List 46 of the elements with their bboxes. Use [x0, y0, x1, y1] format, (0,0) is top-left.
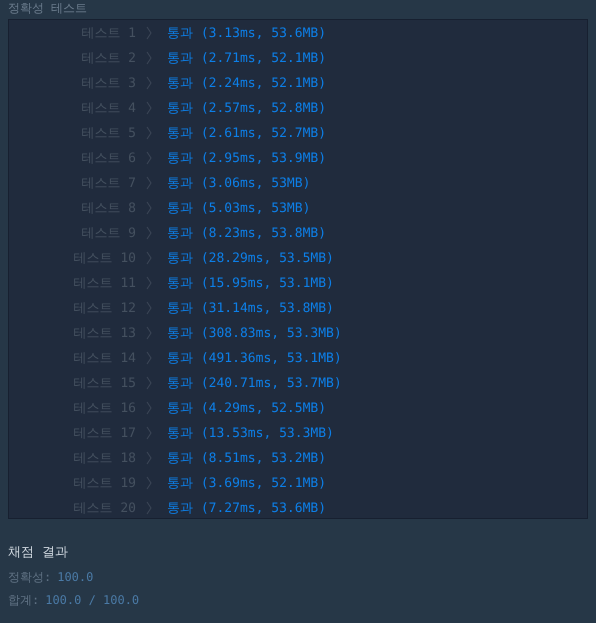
chevron-icon [146, 476, 152, 490]
chevron-icon [146, 150, 152, 164]
test-result: 통과 (308.83ms, 53.3MB) [167, 324, 342, 342]
test-result: 통과 (3.69ms, 52.1MB) [167, 474, 326, 492]
summary-label: 정확성: [8, 569, 52, 586]
test-result: 통과 (7.27ms, 53.6MB) [167, 500, 326, 516]
test-result: 통과 (2.61ms, 52.7MB) [167, 124, 326, 142]
summary-value: 100.0 [57, 569, 94, 586]
chevron-icon [146, 400, 152, 414]
chevron-icon [146, 376, 152, 390]
summary-title: 채점 결과 [8, 544, 69, 562]
test-result: 통과 (13.53ms, 53.3MB) [167, 424, 334, 442]
test-result: 통과 (3.06ms, 53MB) [167, 174, 310, 192]
chevron-icon [146, 250, 152, 264]
chevron-icon [146, 176, 152, 190]
test-result: 통과 (5.03ms, 53MB) [167, 200, 310, 216]
chevron-icon [146, 350, 152, 364]
test-result: 통과 (3.13ms, 53.6MB) [167, 24, 326, 42]
test-result: 통과 (31.14ms, 53.8MB) [167, 300, 334, 316]
test-result: 통과 (2.57ms, 52.8MB) [167, 100, 326, 116]
chevron-icon [146, 326, 152, 340]
test-result: 통과 (8.23ms, 53.8MB) [167, 224, 326, 242]
test-result: 통과 (4.29ms, 52.5MB) [167, 400, 326, 416]
section-title: 정확성 테스트 [8, 0, 88, 17]
summary-value: 100.0 / 100.0 [45, 592, 140, 609]
chevron-icon [146, 76, 152, 90]
chevron-icon [146, 276, 152, 290]
chevron-icon [146, 500, 152, 514]
test-result: 통과 (240.71ms, 53.7MB) [167, 374, 342, 392]
chevron-icon [146, 426, 152, 440]
chevron-icon [146, 50, 152, 64]
summary-label: 합계: [8, 592, 40, 609]
test-result: 통과 (491.36ms, 53.1MB) [167, 350, 342, 366]
test-result: 통과 (15.95ms, 53.1MB) [167, 274, 334, 292]
chevron-icon [146, 100, 152, 114]
chevron-icon [146, 226, 152, 240]
chevron-icon [146, 200, 152, 214]
chevron-icon [146, 126, 152, 140]
chevron-icon [146, 26, 152, 40]
test-result: 통과 (2.24ms, 52.1MB) [167, 74, 326, 92]
test-result: 통과 (28.29ms, 53.5MB) [167, 250, 334, 266]
test-result: 통과 (2.95ms, 53.9MB) [167, 150, 326, 166]
chevron-icon [146, 450, 152, 464]
test-result: 통과 (2.71ms, 52.1MB) [167, 50, 326, 66]
test-result: 통과 (8.51ms, 53.2MB) [167, 450, 326, 466]
chevron-icon [146, 300, 152, 314]
